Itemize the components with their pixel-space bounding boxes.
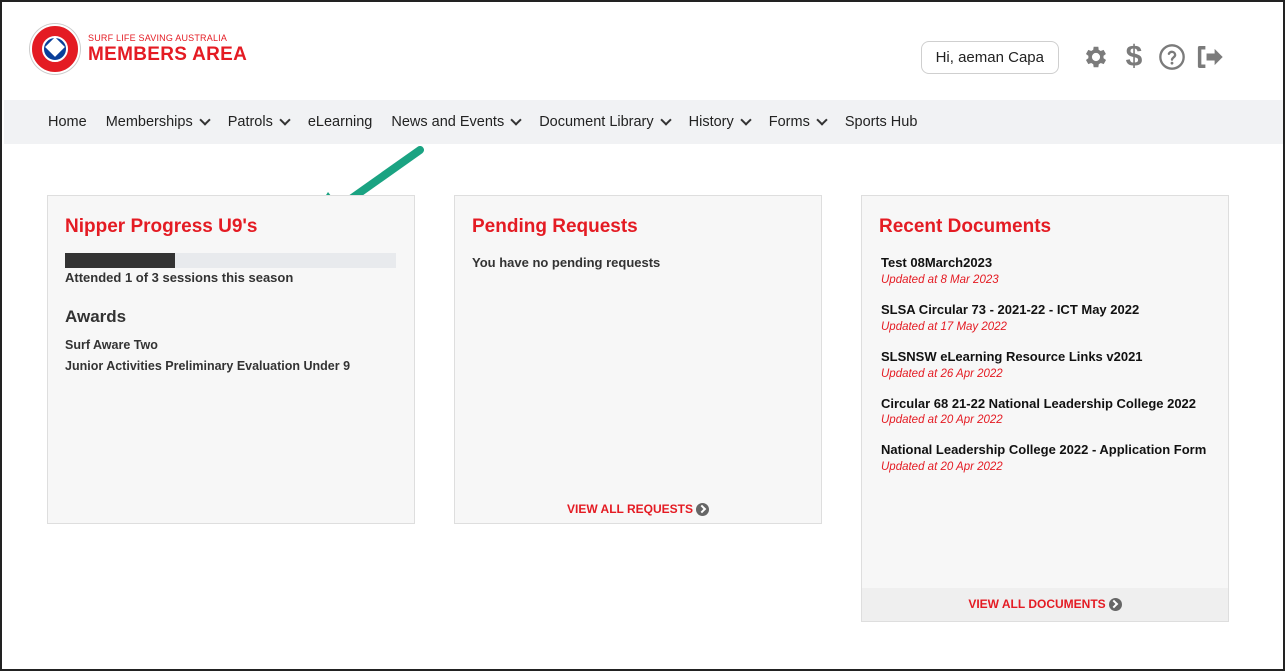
site-logo[interactable]: SURF LIFE SAVING AUSTRALIA MEMBERS AREA xyxy=(30,24,247,74)
logo-org-name: SURF LIFE SAVING AUSTRALIA xyxy=(88,33,228,43)
document-title[interactable]: SLSNSW eLearning Resource Links v2021 xyxy=(881,348,1211,367)
chevron-down-icon xyxy=(279,114,291,126)
nav-item-news-and-events[interactable]: News and Events xyxy=(391,114,522,130)
main-nav: Home Memberships Patrols eLearning News … xyxy=(4,100,1283,144)
document-updated-date: Updated at 26 Apr 2022 xyxy=(881,367,1003,380)
surf-life-saving-badge-icon xyxy=(30,24,80,74)
circle-arrow-right-icon xyxy=(696,502,709,516)
pending-requests-title: Pending Requests xyxy=(472,216,638,237)
document-item[interactable]: SLSNSW eLearning Resource Links v2021 Up… xyxy=(881,348,1211,380)
view-all-requests-link[interactable]: VIEW ALL REQUESTS xyxy=(455,502,821,516)
document-title[interactable]: Test 08March2023 xyxy=(881,254,1211,273)
sessions-progress-bar xyxy=(65,253,396,268)
nav-item-patrols[interactable]: Patrols xyxy=(228,114,291,130)
nav-item-history[interactable]: History xyxy=(689,114,752,130)
chevron-down-icon xyxy=(659,114,672,126)
gear-icon[interactable] xyxy=(1079,40,1113,74)
chevron-down-icon xyxy=(740,114,752,126)
award-item: Junior Activities Preliminary Evaluation… xyxy=(65,358,351,373)
awards-heading: Awards xyxy=(65,307,127,326)
document-updated-date: Updated at 20 Apr 2022 xyxy=(881,414,1003,427)
document-item[interactable]: SLSA Circular 73 - 2021-22 - ICT May 202… xyxy=(881,301,1211,333)
document-title[interactable]: Circular 68 21-22 National Leadership Co… xyxy=(881,395,1211,414)
chevron-down-icon xyxy=(510,114,522,126)
document-item[interactable]: Circular 68 21-22 National Leadership Co… xyxy=(881,395,1211,427)
document-updated-date: Updated at 20 Apr 2022 xyxy=(881,461,1003,474)
sessions-progress-fill xyxy=(65,253,176,268)
document-updated-date: Updated at 17 May 2022 xyxy=(881,320,1007,333)
help-icon[interactable] xyxy=(1155,40,1189,74)
nav-item-memberships[interactable]: Memberships xyxy=(106,114,211,130)
view-all-documents-link[interactable]: VIEW ALL DOCUMENTS xyxy=(862,597,1228,611)
recent-documents-card: Recent Documents Test 08March2023 Update… xyxy=(861,195,1229,622)
documents-list: Test 08March2023 Updated at 8 Mar 2023 S… xyxy=(862,254,1228,473)
sessions-progress-text: Attended 1 of 3 sessions this season xyxy=(65,270,294,285)
nav-item-document-library[interactable]: Document Library xyxy=(539,114,672,130)
award-item: Surf Aware Two xyxy=(65,338,158,352)
user-greeting[interactable]: Hi, aeman Capa xyxy=(920,40,1059,74)
circle-arrow-right-icon xyxy=(1108,597,1122,611)
chevron-down-icon xyxy=(816,114,828,126)
page-frame: SURF LIFE SAVING AUSTRALIA MEMBERS AREA … xyxy=(0,0,1285,671)
nipper-progress-card: Nipper Progress U9's Attended 1 of 3 ses… xyxy=(47,195,415,524)
pending-requests-card: Pending Requests You have no pending req… xyxy=(454,195,822,524)
logo-area-name: MEMBERS AREA xyxy=(88,44,248,65)
documents-footer: VIEW ALL DOCUMENTS xyxy=(862,588,1228,621)
nav-item-home[interactable]: Home xyxy=(48,114,87,130)
document-item[interactable]: National Leadership College 2022 - Appli… xyxy=(881,441,1211,473)
document-updated-date: Updated at 8 Mar 2023 xyxy=(881,273,999,286)
nipper-progress-title: Nipper Progress U9's xyxy=(65,216,258,237)
document-title[interactable]: SLSA Circular 73 - 2021-22 - ICT May 202… xyxy=(881,301,1211,320)
dollar-icon[interactable]: $ xyxy=(1117,40,1151,74)
recent-documents-title: Recent Documents xyxy=(879,216,1052,237)
logout-icon[interactable] xyxy=(1193,40,1227,74)
document-item[interactable]: Test 08March2023 Updated at 8 Mar 2023 xyxy=(881,254,1211,286)
site-header: SURF LIFE SAVING AUSTRALIA MEMBERS AREA … xyxy=(2,2,1283,100)
nav-item-elearning[interactable]: eLearning xyxy=(308,114,373,130)
nav-item-sports-hub[interactable]: Sports Hub xyxy=(845,114,918,130)
pending-requests-message: You have no pending requests xyxy=(472,255,661,270)
chevron-down-icon xyxy=(199,114,211,126)
nav-item-forms[interactable]: Forms xyxy=(769,114,828,130)
document-title[interactable]: National Leadership College 2022 - Appli… xyxy=(881,441,1211,460)
header-actions: Hi, aeman Capa $ xyxy=(920,40,1227,74)
